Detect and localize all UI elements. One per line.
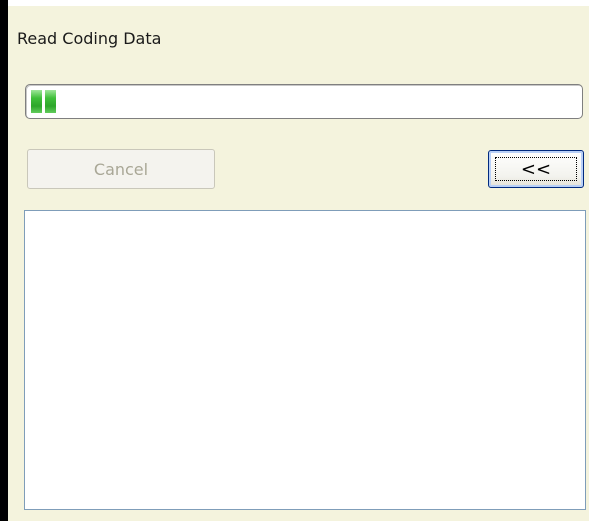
dialog-title: Read Coding Data xyxy=(17,29,162,48)
window-left-border xyxy=(0,0,8,521)
collapse-button[interactable]: << xyxy=(488,150,584,188)
cancel-button[interactable]: Cancel xyxy=(27,149,215,189)
log-output-box[interactable] xyxy=(24,210,586,510)
focus-ring xyxy=(495,157,577,181)
read-coding-data-dialog: Read Coding Data Cancel << xyxy=(0,0,589,521)
progress-bar xyxy=(25,84,583,119)
progress-fill xyxy=(31,90,56,113)
progress-segment xyxy=(31,90,42,113)
progress-segment xyxy=(45,90,56,113)
